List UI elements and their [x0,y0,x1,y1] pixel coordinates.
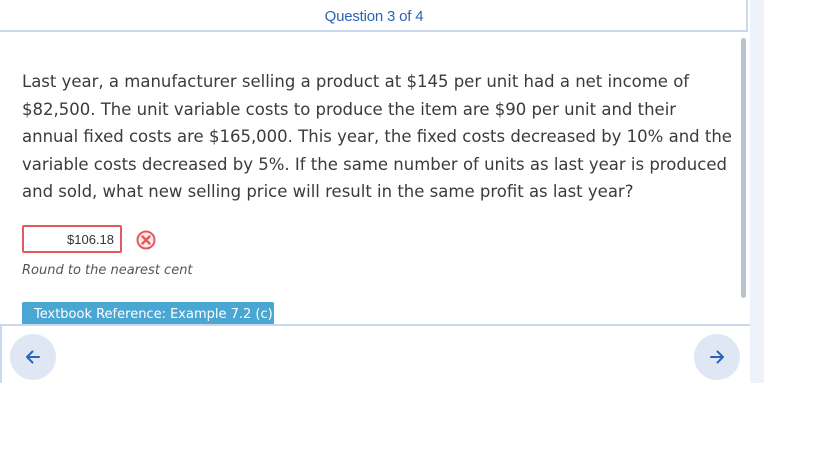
question-header: Question 3 of 4 [0,0,748,32]
previous-question-button[interactable] [10,334,56,380]
arrow-right-icon [710,350,724,364]
footer-divider [0,324,2,383]
navigation-footer [0,324,750,383]
textbook-reference-button[interactable]: Textbook Reference: Example 7.2 (c) [22,302,274,324]
question-counter: Question 3 of 4 [324,8,424,25]
content-scrollbar[interactable] [741,38,746,298]
rounding-hint: Round to the nearest cent [22,263,193,278]
arrow-left-icon [26,350,40,364]
answer-input[interactable]: $106.18 [22,225,122,253]
question-panel: Question 3 of 4 Last year, a manufacture… [0,0,764,383]
next-question-button[interactable] [694,334,740,380]
question-content: Last year, a manufacturer selling a prod… [2,34,748,324]
question-text: Last year, a manufacturer selling a prod… [22,72,732,201]
x-circle-icon [136,230,156,250]
panel-gutter [750,0,764,383]
